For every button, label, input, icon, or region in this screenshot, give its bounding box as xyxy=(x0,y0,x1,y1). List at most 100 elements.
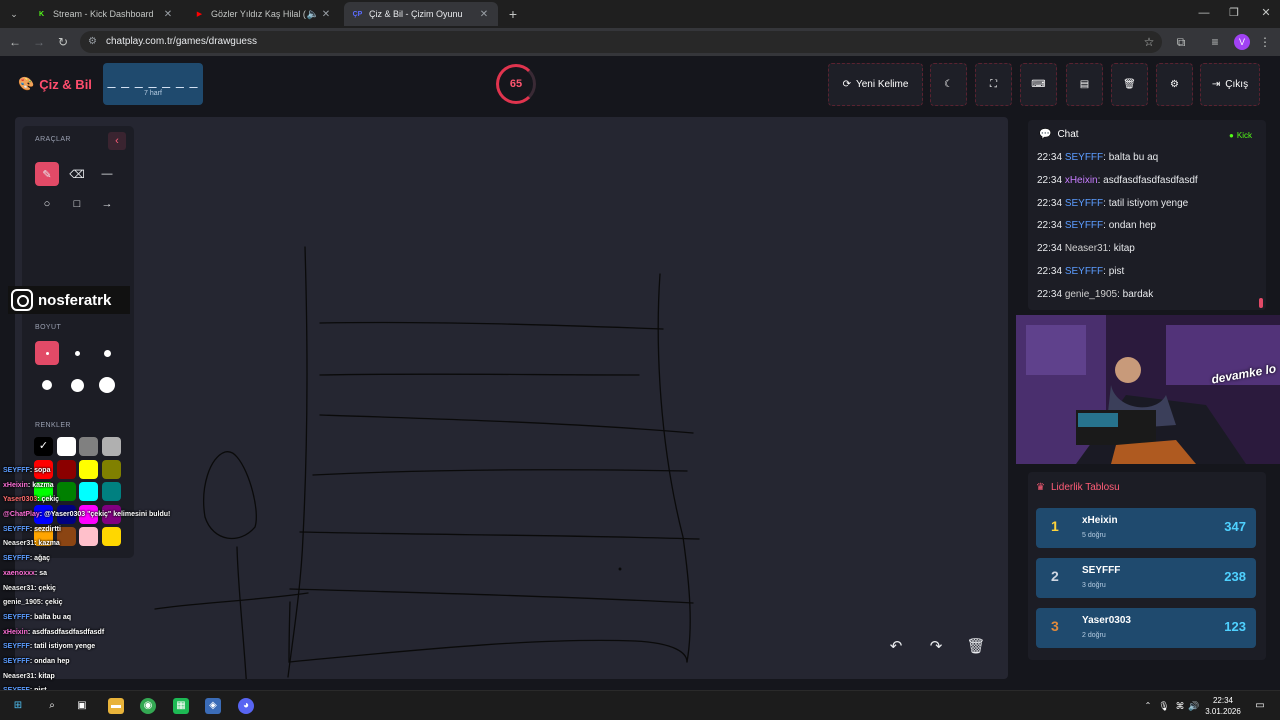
brush-tool[interactable]: ✎ xyxy=(35,162,59,186)
circle-tool[interactable]: ○ xyxy=(35,192,59,216)
score: 238 xyxy=(1224,569,1246,584)
tray-chevron-icon[interactable]: ⌃ xyxy=(1140,698,1156,714)
speaker-icon[interactable]: 🔈 xyxy=(306,9,320,20)
overlay-text: kitap xyxy=(38,672,55,680)
message-user[interactable]: SEYFFF xyxy=(1065,220,1103,231)
chat-message: 22:34 SEYFFF: pist xyxy=(1037,265,1125,277)
chat-message: 22:34 SEYFFF: ondan hep xyxy=(1037,220,1156,232)
message-text: tatil istiyom yenge xyxy=(1108,197,1189,209)
profile-avatar[interactable]: V xyxy=(1234,34,1250,50)
rectangle-tool[interactable]: □ xyxy=(65,192,89,216)
overlay-text: çekiç xyxy=(45,599,63,607)
message-user[interactable]: SEYFFF xyxy=(1065,152,1103,163)
minimize-icon[interactable]: — xyxy=(1188,4,1220,22)
clear-canvas-button[interactable]: 🗑 xyxy=(962,633,990,661)
trash-icon: 🗑 xyxy=(966,638,986,655)
task-view-icon[interactable]: ▣ xyxy=(74,698,90,714)
close-icon[interactable]: ✕ xyxy=(162,9,174,20)
colors-heading: RENKLER xyxy=(35,422,71,429)
new-word-button[interactable]: ⟳ Yeni Kelime xyxy=(828,63,923,106)
dark-mode-button[interactable]: ☾ xyxy=(930,63,967,106)
close-window-icon[interactable]: ✕ xyxy=(1250,4,1280,22)
size-1[interactable] xyxy=(35,341,59,365)
delete-button[interactable]: 🗑 xyxy=(1111,63,1148,106)
color-swatch[interactable] xyxy=(79,437,98,456)
system-clock[interactable]: 22:34 3.01.2026 xyxy=(1203,695,1243,717)
tab-youtube[interactable]: ▶ Gözler Yıldız Kaş Hilal (Uma 🔈 ✕ xyxy=(186,2,340,26)
chat-messages: 22:34 SEYFFF: balta bu aq 22:34 xHeixin: … xyxy=(1037,150,1261,310)
url-field[interactable]: ⚙ chatplay.com.tr/games/drawguess xyxy=(80,31,1162,53)
player-name: xHeixin xyxy=(1082,515,1118,526)
media-control-icon[interactable]: ≡ xyxy=(1206,33,1224,51)
size-6[interactable] xyxy=(95,373,119,397)
chrome-icon[interactable]: ◉ xyxy=(140,698,156,714)
eraser-tool[interactable]: ⌫ xyxy=(65,162,89,186)
restore-icon[interactable]: ❐ xyxy=(1218,4,1250,22)
discord-icon[interactable]: ◕ xyxy=(238,698,254,714)
message-user[interactable]: Neaser31 xyxy=(1065,243,1108,254)
kick-icon: K xyxy=(38,10,45,18)
app-blue-icon[interactable]: ◈ xyxy=(205,698,221,714)
overlay-user: SEYFFF xyxy=(3,643,30,651)
search-icon[interactable]: ⌕ xyxy=(44,698,60,714)
message-text: pist xyxy=(1108,265,1125,277)
overlay-user: Neaser31 xyxy=(3,540,35,548)
tools-heading: ARAÇLAR xyxy=(35,136,71,143)
undo-button[interactable]: ↶ xyxy=(882,633,910,661)
close-icon[interactable]: ✕ xyxy=(320,9,332,20)
overlay-chat-line: xHeixin: kazma xyxy=(3,481,54,489)
app-green-icon[interactable]: ▦ xyxy=(173,698,189,714)
chat-message: 22:34 SEYFFF: tatil istiyom yenge xyxy=(1037,197,1189,209)
line-tool[interactable]: — xyxy=(95,162,119,186)
redo-icon: ↷ xyxy=(929,638,943,655)
site-info-icon[interactable]: ⚙ xyxy=(88,31,97,53)
fullscreen-button[interactable]: ⛶ xyxy=(975,63,1012,106)
color-swatch[interactable] xyxy=(101,437,121,456)
word-hint-box: _ _ _ _ _ _ _ 7 harf xyxy=(103,63,203,105)
forward-icon[interactable]: → xyxy=(30,33,48,51)
start-icon[interactable]: ⊞ xyxy=(10,698,26,714)
new-tab-button[interactable]: + xyxy=(503,2,523,26)
color-swatch[interactable]: ✓ xyxy=(34,437,53,456)
reload-icon[interactable]: ↻ xyxy=(54,33,72,51)
tab-search-button[interactable]: ⌄ xyxy=(4,2,24,26)
redo-button[interactable]: ↷ xyxy=(922,633,950,661)
app-logo: 🎨 Çiz & Bil xyxy=(18,76,92,92)
message-user[interactable]: xHeixin xyxy=(1065,175,1098,186)
extensions-icon[interactable]: ⧉ xyxy=(1172,33,1190,51)
size-2[interactable] xyxy=(65,341,89,365)
color-swatch[interactable] xyxy=(56,437,76,456)
microphone-icon[interactable]: 🎙 xyxy=(1156,698,1172,714)
overlay-chat-line: Yaser0303: çekiç xyxy=(3,496,60,504)
archive-button[interactable]: ▤ xyxy=(1066,63,1103,106)
correct-count: 2 doğru xyxy=(1082,632,1106,639)
overlay-user: SEYFFF xyxy=(3,555,30,563)
notifications-icon[interactable]: ▭ xyxy=(1252,698,1268,714)
arrow-tool[interactable]: → xyxy=(95,192,119,216)
chat-scrollbar[interactable] xyxy=(1259,298,1263,308)
menu-dots-icon[interactable]: ⋮ xyxy=(1256,33,1274,51)
file-explorer-icon[interactable]: ▬ xyxy=(108,698,124,714)
tab-ciz-bil[interactable]: ÇP Çiz & Bil - Çizim Oyunu ✕ xyxy=(344,2,498,26)
volume-icon[interactable]: 🔊 xyxy=(1186,698,1202,714)
size-4[interactable] xyxy=(35,373,59,397)
settings-button[interactable]: ⚙ xyxy=(1156,63,1193,106)
palette-icon: 🎨 xyxy=(18,76,35,91)
collapse-panel-button[interactable]: ‹ xyxy=(108,132,126,150)
size-3[interactable] xyxy=(95,341,119,365)
keyboard-button[interactable]: ⌨ xyxy=(1020,63,1057,106)
bookmark-star-icon[interactable]: ☆ xyxy=(1140,33,1158,51)
exit-button[interactable]: ⇥ Çıkış xyxy=(1200,63,1260,106)
gear-icon: ⚙ xyxy=(1170,79,1179,90)
back-icon[interactable]: ← xyxy=(6,33,24,51)
message-user[interactable]: SEYFFF xyxy=(1065,266,1103,277)
platform-badge: Kick xyxy=(1229,131,1252,140)
message-user[interactable]: SEYFFF xyxy=(1065,198,1103,209)
chat-message: 22:34 genie_1905: bardak xyxy=(1037,288,1154,300)
overlay-text: sezdirtti xyxy=(34,525,61,533)
size-5[interactable] xyxy=(65,373,89,397)
overlay-user: Neaser31 xyxy=(3,584,35,592)
close-icon[interactable]: ✕ xyxy=(478,9,490,20)
message-user[interactable]: genie_1905 xyxy=(1065,289,1117,300)
tab-kick-dashboard[interactable]: K Stream - Kick Dashboard ✕ xyxy=(28,2,182,26)
